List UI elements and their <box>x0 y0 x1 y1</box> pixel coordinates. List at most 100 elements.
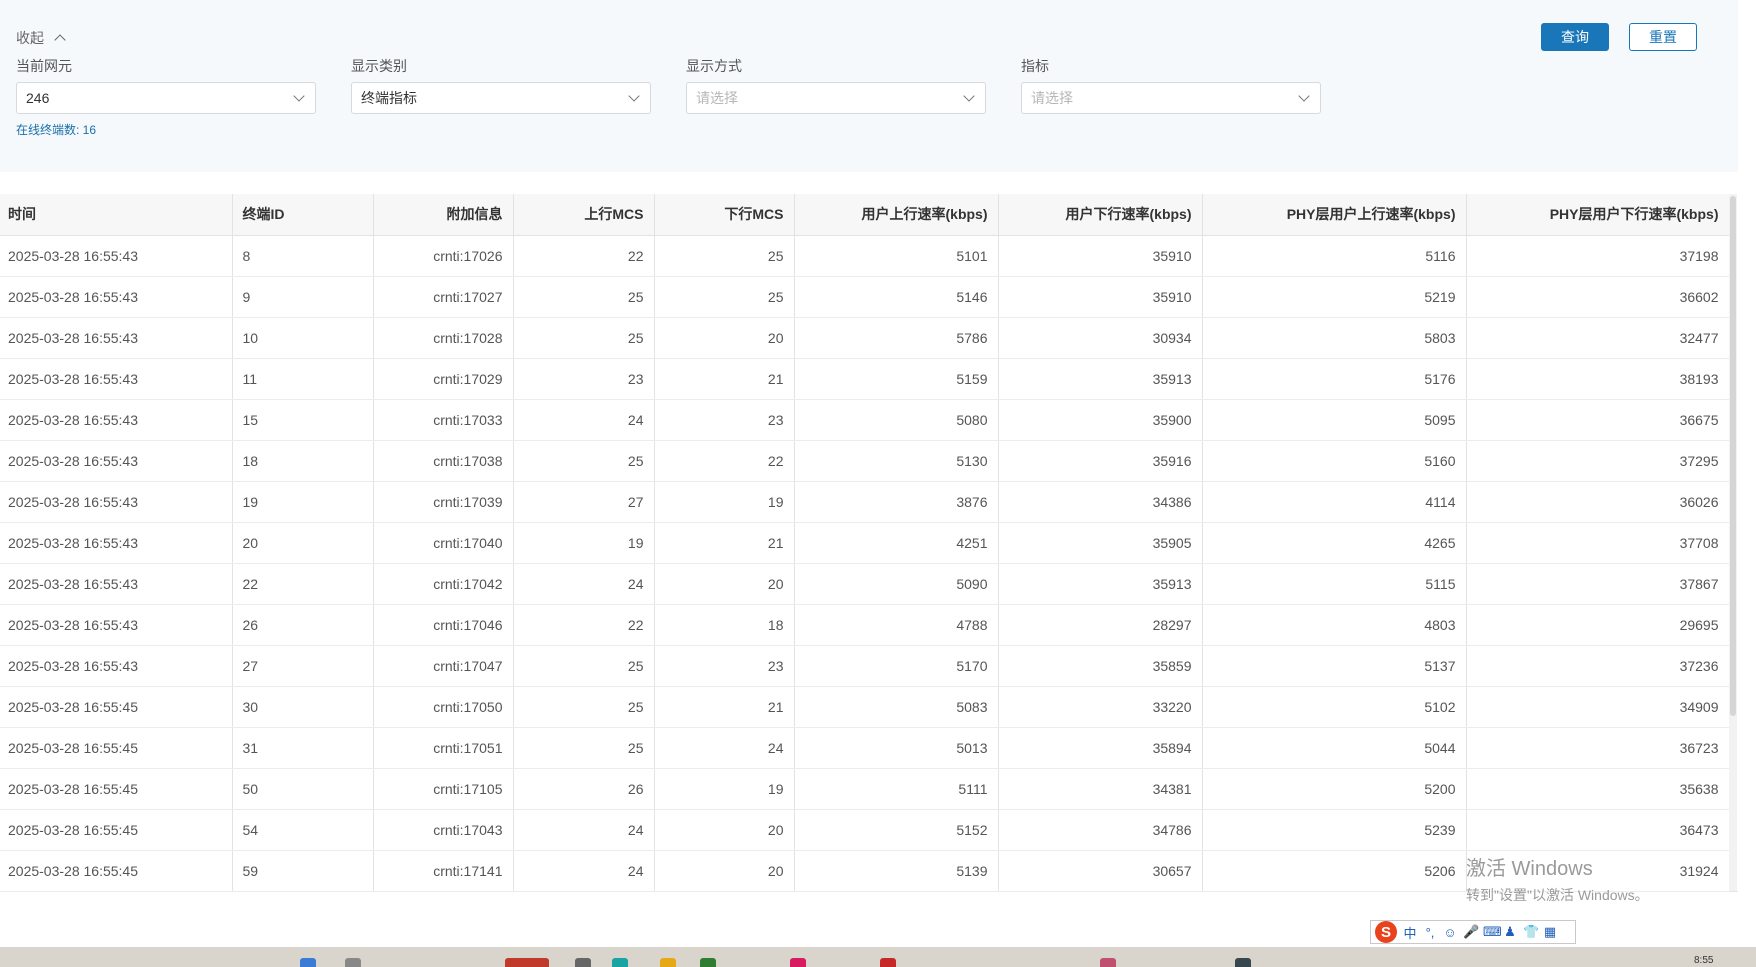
user-icon[interactable]: ♟ <box>1503 924 1517 940</box>
table-row[interactable]: 2025-03-28 16:55:45 30 crnti:17050 25 21 5083… <box>0 686 1730 728</box>
app-icon[interactable] <box>790 958 806 967</box>
menu-grid-icon[interactable]: ▦ <box>1543 924 1557 940</box>
display-category-select[interactable]: 终端指标 <box>351 82 651 114</box>
table-row[interactable]: 2025-03-28 16:55:43 27 crnti:17047 25 23 5170… <box>0 645 1730 687</box>
display-mode-field: 显示方式 请选择 <box>686 56 986 114</box>
column-header-dl-mcs[interactable]: 下行MCS <box>654 194 795 236</box>
reset-button[interactable]: 重置 <box>1629 23 1697 51</box>
cell-phy-ul-rate: 5102 <box>1202 686 1467 728</box>
column-header-ul-mcs[interactable]: 上行MCS <box>513 194 655 236</box>
chevron-up-icon <box>54 34 66 46</box>
table-row[interactable]: 2025-03-28 16:55:43 26 crnti:17046 22 18 4788… <box>0 604 1730 646</box>
cell-terminal-id: 15 <box>232 399 374 441</box>
column-header-terminal-id[interactable]: 终端ID <box>232 194 374 236</box>
cell-time: 2025-03-28 16:55:43 <box>0 235 233 277</box>
table-row[interactable]: 2025-03-28 16:55:43 15 crnti:17033 24 23 5080… <box>0 399 1730 441</box>
table-row[interactable]: 2025-03-28 16:55:43 10 crnti:17028 25 20 5786… <box>0 317 1730 359</box>
cell-dl-mcs: 21 <box>654 522 795 564</box>
online-terminals-count: 在线终端数: 16 <box>16 123 97 137</box>
app-icon[interactable] <box>505 958 549 967</box>
app-icon[interactable] <box>612 958 628 967</box>
table-row[interactable]: 2025-03-28 16:55:43 19 crnti:17039 27 19 3876… <box>0 481 1730 523</box>
cell-dl-mcs: 19 <box>654 481 795 523</box>
cell-dl-rate: 34786 <box>998 809 1203 851</box>
cell-phy-dl-rate: 37708 <box>1466 522 1730 564</box>
app-icon[interactable] <box>1235 958 1251 967</box>
search-icon[interactable] <box>345 958 361 967</box>
filter-panel: 收起 当前网元 246 显示类别 终端指标 显示方式 请选择 指标 请选择 在线… <box>0 0 1738 172</box>
skin-icon[interactable]: 👕 <box>1523 924 1539 940</box>
scrollbar-thumb[interactable] <box>1730 196 1736 716</box>
cell-terminal-id: 19 <box>232 481 374 523</box>
windows-activation-watermark: 激活 Windows 转到"设置"以激活 Windows。 <box>1466 852 1649 905</box>
ime-mode-label[interactable]: 中 <box>1403 923 1417 942</box>
app-icon[interactable] <box>575 958 591 967</box>
table-row[interactable]: 2025-03-28 16:55:43 22 crnti:17042 24 20 5090… <box>0 563 1730 605</box>
table-row[interactable]: 2025-03-28 16:55:43 8 crnti:17026 22 25 5101 3… <box>0 235 1730 277</box>
cell-ul-rate: 5111 <box>794 768 999 810</box>
collapse-toggle[interactable]: 收起 <box>16 28 66 48</box>
collapse-label: 收起 <box>16 30 44 46</box>
table-row[interactable]: 2025-03-28 16:55:43 9 crnti:17027 25 25 5146 3… <box>0 276 1730 318</box>
cell-dl-mcs: 20 <box>654 563 795 605</box>
column-header-phy-dl-rate[interactable]: PHY层用户下行速率(kbps) <box>1466 194 1730 236</box>
cell-dl-mcs: 25 <box>654 235 795 277</box>
cell-extra-info: crnti:17042 <box>373 563 514 605</box>
cell-phy-dl-rate: 36473 <box>1466 809 1730 851</box>
cell-ul-rate: 5083 <box>794 686 999 728</box>
indicator-select[interactable]: 请选择 <box>1021 82 1321 114</box>
ime-punctuation-label[interactable]: °, <box>1423 925 1437 940</box>
cell-phy-dl-rate: 32477 <box>1466 317 1730 359</box>
app-icon[interactable] <box>700 958 716 967</box>
cell-time: 2025-03-28 16:55:45 <box>0 686 233 728</box>
sogou-logo-icon[interactable]: S <box>1375 921 1397 943</box>
cell-phy-dl-rate: 37867 <box>1466 563 1730 605</box>
column-header-dl-rate[interactable]: 用户下行速率(kbps) <box>998 194 1203 236</box>
folder-icon[interactable] <box>660 958 676 967</box>
cell-ul-rate: 5013 <box>794 727 999 769</box>
cell-dl-mcs: 20 <box>654 809 795 851</box>
indicator-placeholder: 请选择 <box>1031 90 1073 106</box>
cell-extra-info: crnti:17026 <box>373 235 514 277</box>
column-header-extra-info[interactable]: 附加信息 <box>373 194 514 236</box>
cell-extra-info: crnti:17038 <box>373 440 514 482</box>
cell-ul-mcs: 25 <box>513 317 655 359</box>
app-icon[interactable] <box>880 958 896 967</box>
cell-time: 2025-03-28 16:55:45 <box>0 850 233 892</box>
cell-phy-dl-rate: 35638 <box>1466 768 1730 810</box>
cell-terminal-id: 27 <box>232 645 374 687</box>
cell-ul-rate: 5159 <box>794 358 999 400</box>
table-row[interactable]: 2025-03-28 16:55:45 31 crnti:17051 25 24 5013… <box>0 727 1730 769</box>
network-element-select[interactable]: 246 <box>16 82 316 114</box>
watermark-line1: 激活 Windows <box>1466 858 1593 880</box>
cell-ul-mcs: 25 <box>513 276 655 318</box>
table-row[interactable]: 2025-03-28 16:55:43 18 crnti:17038 25 22 5130… <box>0 440 1730 482</box>
query-button[interactable]: 查询 <box>1541 23 1609 51</box>
cell-dl-mcs: 20 <box>654 317 795 359</box>
cell-phy-ul-rate: 5095 <box>1202 399 1467 441</box>
cell-time: 2025-03-28 16:55:43 <box>0 399 233 441</box>
cell-phy-ul-rate: 5803 <box>1202 317 1467 359</box>
windows-start-icon[interactable] <box>300 958 316 967</box>
table-row[interactable]: 2025-03-28 16:55:45 54 crnti:17043 24 20 5152… <box>0 809 1730 851</box>
cell-dl-rate: 35859 <box>998 645 1203 687</box>
column-header-ul-rate[interactable]: 用户上行速率(kbps) <box>794 194 999 236</box>
microphone-icon[interactable]: 🎤 <box>1463 924 1479 940</box>
chevron-down-icon <box>1298 89 1310 102</box>
column-header-phy-ul-rate[interactable]: PHY层用户上行速率(kbps) <box>1202 194 1467 236</box>
table-row[interactable]: 2025-03-28 16:55:43 11 crnti:17029 23 21 5159… <box>0 358 1730 400</box>
ime-toolbar[interactable]: S 中 °, ☺ 🎤 ⌨ ♟ 👕 ▦ <box>1370 920 1576 944</box>
display-mode-select[interactable]: 请选择 <box>686 82 986 114</box>
display-category-field: 显示类别 终端指标 <box>351 56 651 114</box>
keyboard-icon[interactable]: ⌨ <box>1483 924 1502 940</box>
cell-extra-info: crnti:17047 <box>373 645 514 687</box>
emoji-icon[interactable]: ☺ <box>1443 925 1457 940</box>
column-header-time[interactable]: 时间 <box>0 194 233 236</box>
network-element-label: 当前网元 <box>16 58 72 74</box>
vertical-scrollbar[interactable] <box>1729 194 1737 891</box>
table-row[interactable]: 2025-03-28 16:55:45 50 crnti:17105 26 19 5111… <box>0 768 1730 810</box>
table-row[interactable]: 2025-03-28 16:55:43 20 crnti:17040 19 21 4251… <box>0 522 1730 564</box>
cell-ul-mcs: 25 <box>513 645 655 687</box>
app-icon[interactable] <box>1100 958 1116 967</box>
cell-dl-rate: 35913 <box>998 563 1203 605</box>
